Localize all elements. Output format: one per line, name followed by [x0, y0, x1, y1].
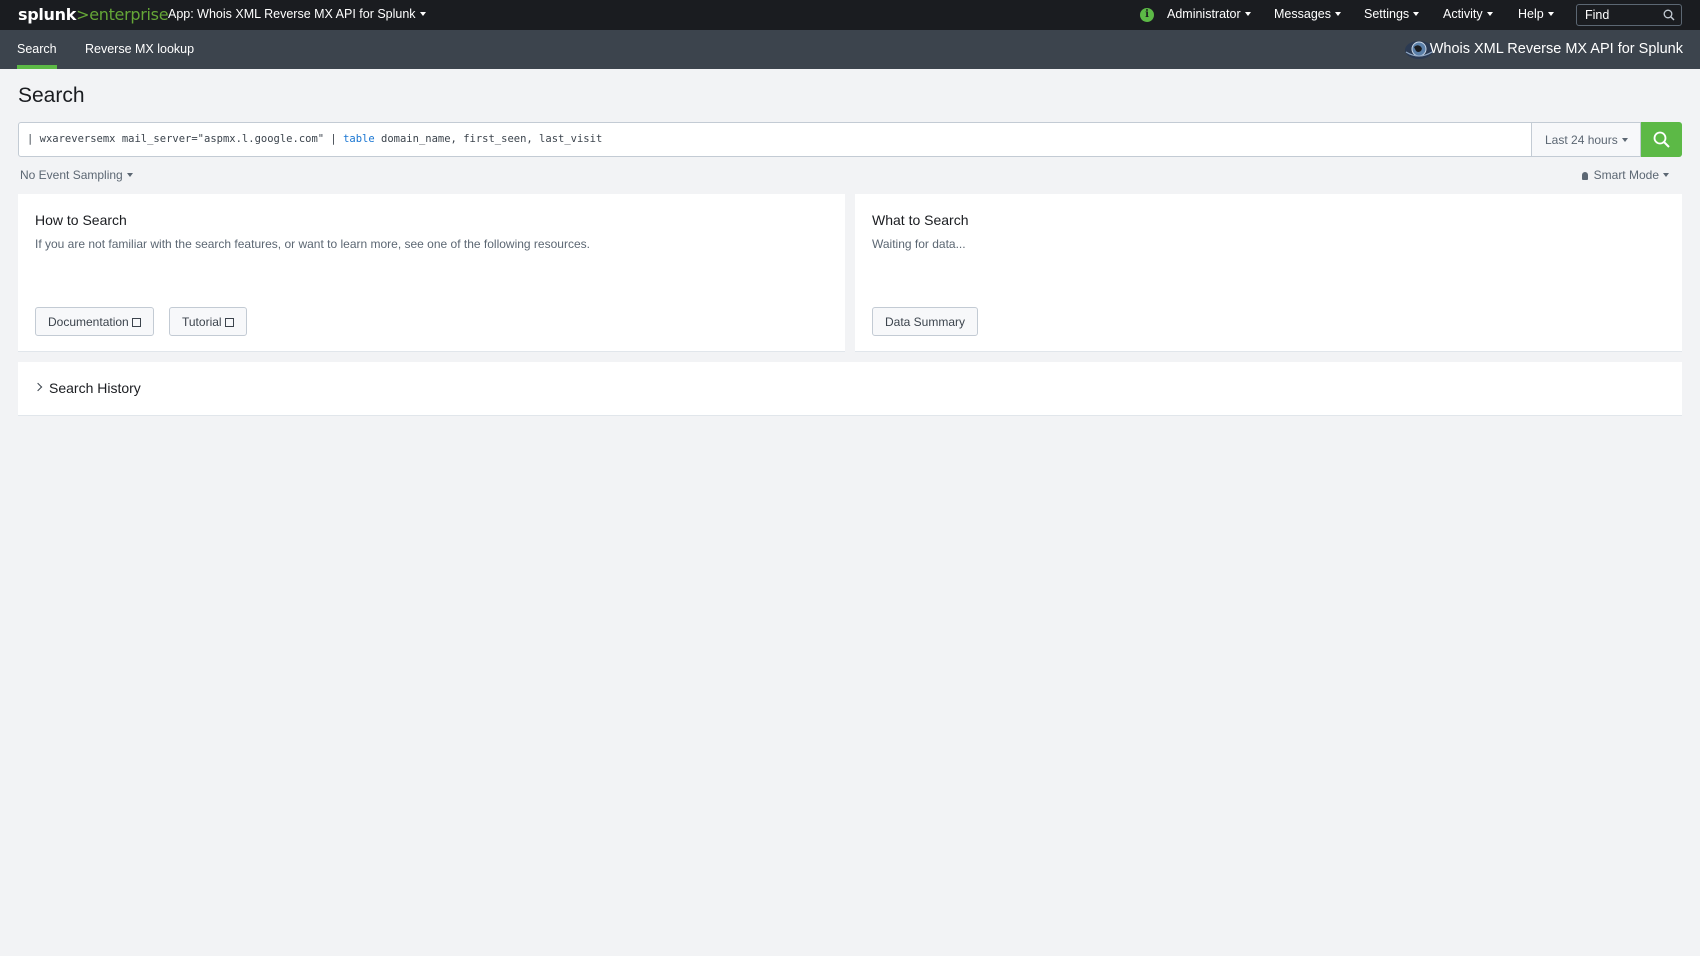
- event-sampling-label: No Event Sampling: [20, 168, 123, 182]
- nav-messages[interactable]: Messages: [1274, 7, 1341, 21]
- chevron-down-icon: [1663, 172, 1669, 177]
- chevron-down-icon: [126, 172, 133, 177]
- tab-reverse-mx-lookup[interactable]: Reverse MX lookup: [85, 42, 194, 56]
- nav-settings[interactable]: Settings: [1364, 7, 1420, 21]
- what-to-search-panel: What to Search Waiting for data... Data …: [855, 194, 1682, 352]
- logo-brand: splunk: [18, 5, 77, 24]
- nav-administrator-label: Administrator: [1167, 7, 1241, 21]
- external-link-icon: [131, 318, 141, 327]
- search-icon: [1653, 131, 1670, 148]
- lightbulb-icon: [1581, 172, 1588, 180]
- time-range-picker[interactable]: Last 24 hours: [1531, 122, 1641, 157]
- nav-activity[interactable]: Activity: [1443, 7, 1493, 21]
- chevron-down-icon: [1413, 11, 1420, 16]
- nav-activity-label: Activity: [1443, 7, 1483, 21]
- search-history-section[interactable]: Search History: [18, 362, 1682, 416]
- nav-help[interactable]: Help: [1518, 7, 1554, 21]
- chevron-down-icon: [1244, 11, 1251, 16]
- search-query-text: | wxareversemx mail_server="aspmx.l.goog…: [27, 133, 602, 145]
- query-keyword: table: [343, 133, 375, 145]
- splunk-logo[interactable]: splunk>enterprise: [18, 5, 169, 24]
- find-input[interactable]: [1577, 5, 1661, 25]
- find-box: [1576, 4, 1682, 26]
- logo-product: enterprise: [89, 5, 169, 24]
- external-link-icon: [224, 318, 234, 327]
- chevron-down-icon: [1486, 11, 1493, 16]
- tutorial-label: Tutorial: [182, 315, 222, 329]
- logo-separator: >: [76, 5, 90, 24]
- app-title: Whois XML Reverse MX API for Splunk: [1429, 41, 1683, 57]
- what-to-search-text: Waiting for data...: [872, 237, 966, 251]
- active-tab-indicator: [17, 65, 57, 69]
- tab-search[interactable]: Search: [17, 42, 57, 56]
- search-mode-dropdown[interactable]: Smart Mode: [1581, 168, 1669, 182]
- chevron-down-icon: [1621, 137, 1628, 142]
- nav-settings-label: Settings: [1364, 7, 1410, 21]
- how-to-search-title: How to Search: [35, 212, 127, 228]
- top-system-bar: splunk>enterprise App: Whois XML Reverse…: [0, 0, 1700, 30]
- what-to-search-title: What to Search: [872, 212, 969, 228]
- search-icon[interactable]: [1663, 9, 1675, 21]
- time-range-label: Last 24 hours: [1545, 133, 1618, 147]
- chevron-right-icon: [33, 382, 43, 392]
- chevron-down-icon: [1334, 11, 1341, 16]
- search-query-input[interactable]: | wxareversemx mail_server="aspmx.l.goog…: [18, 122, 1682, 157]
- event-sampling-dropdown[interactable]: No Event Sampling: [20, 168, 133, 182]
- chevron-down-icon: [1547, 11, 1554, 16]
- nav-messages-label: Messages: [1274, 7, 1331, 21]
- app-bar: Search Reverse MX lookup Whois XML Rever…: [0, 30, 1700, 69]
- how-to-search-panel: How to Search If you are not familiar wi…: [18, 194, 845, 352]
- page-title: Search: [18, 84, 85, 107]
- chevron-down-icon: [419, 11, 426, 16]
- search-history-label: Search History: [49, 380, 141, 396]
- search-button[interactable]: [1641, 122, 1682, 157]
- nav-help-label: Help: [1518, 7, 1544, 21]
- search-mode-label: Smart Mode: [1593, 168, 1659, 182]
- app-menu[interactable]: App: Whois XML Reverse MX API for Splunk: [168, 7, 426, 21]
- query-prefix: | wxareversemx mail_server="aspmx.l.goog…: [27, 133, 344, 145]
- tutorial-button[interactable]: Tutorial: [169, 307, 247, 336]
- data-summary-button[interactable]: Data Summary: [872, 307, 979, 336]
- app-menu-label: App: Whois XML Reverse MX API for Splunk: [168, 7, 416, 21]
- documentation-label: Documentation: [48, 315, 129, 329]
- nav-administrator[interactable]: Administrator: [1167, 7, 1251, 21]
- how-to-search-text: If you are not familiar with the search …: [35, 237, 590, 251]
- query-suffix: domain_name, first_seen, last_visit: [374, 133, 603, 145]
- info-status-icon[interactable]: i: [1140, 8, 1154, 22]
- documentation-button[interactable]: Documentation: [35, 307, 154, 336]
